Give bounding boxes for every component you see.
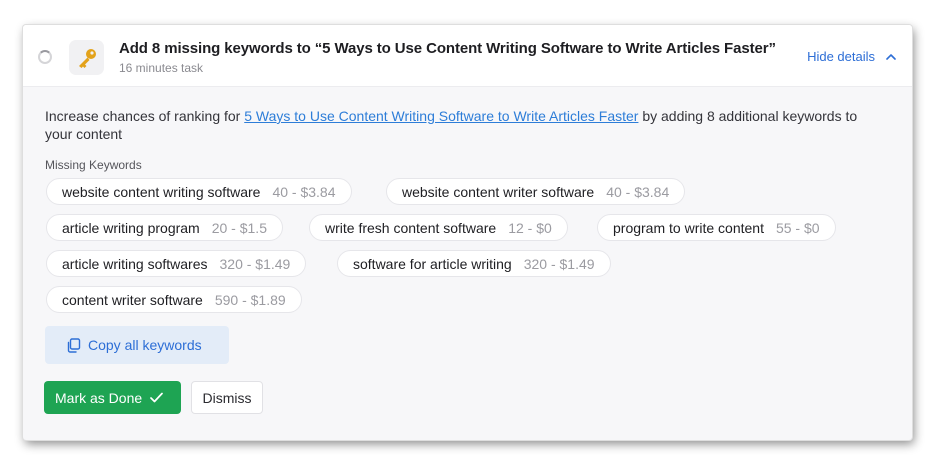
copy-all-keywords-label: Copy all keywords bbox=[88, 337, 202, 353]
keyword-pill: website content writing software 40 - $3… bbox=[46, 178, 352, 205]
keyword-pill: write fresh content software 12 - $0 bbox=[309, 214, 568, 241]
keyword-text: content writer software bbox=[62, 291, 203, 308]
description-prefix: Increase chances of ranking for bbox=[45, 108, 245, 124]
keyword-metrics: 55 - $0 bbox=[775, 219, 820, 236]
keyword-pill: article writing program 20 - $1.5 bbox=[46, 214, 283, 241]
checkmark-icon bbox=[150, 392, 164, 403]
chevron-up-icon[interactable] bbox=[884, 50, 898, 64]
task-status-circle-icon[interactable] bbox=[38, 50, 52, 64]
task-description: Increase chances of ranking for 5 Ways t… bbox=[45, 107, 865, 143]
copy-all-keywords-button[interactable]: Copy all keywords bbox=[45, 326, 229, 364]
task-card: Add 8 missing keywords to “5 Ways to Use… bbox=[23, 25, 912, 440]
keyword-text: software for article writing bbox=[353, 255, 512, 272]
keyword-metrics: 320 - $1.49 bbox=[219, 255, 291, 272]
hide-details-link[interactable]: Hide details bbox=[807, 49, 875, 64]
keyword-pill: article writing softwares 320 - $1.49 bbox=[46, 250, 307, 277]
keyword-text: article writing softwares bbox=[62, 255, 208, 272]
keyword-text: website content writing software bbox=[62, 183, 261, 200]
key-icon bbox=[69, 40, 104, 75]
keyword-metrics: 320 - $1.49 bbox=[523, 255, 595, 272]
keyword-pill: website content writer software 40 - $3.… bbox=[386, 178, 686, 205]
keyword-metrics: 590 - $1.89 bbox=[214, 291, 286, 308]
task-duration: 16 minutes task bbox=[119, 61, 204, 75]
task-title: Add 8 missing keywords to “5 Ways to Use… bbox=[119, 40, 776, 57]
mark-as-done-button[interactable]: Mark as Done bbox=[44, 381, 181, 414]
keyword-text: program to write content bbox=[613, 219, 764, 236]
dismiss-button[interactable]: Dismiss bbox=[191, 381, 263, 414]
keyword-pill: program to write content 55 - $0 bbox=[597, 214, 836, 241]
mark-as-done-label: Mark as Done bbox=[55, 389, 143, 406]
article-link[interactable]: 5 Ways to Use Content Writing Software t… bbox=[244, 108, 638, 124]
keyword-metrics: 40 - $3.84 bbox=[606, 183, 670, 200]
task-header: Add 8 missing keywords to “5 Ways to Use… bbox=[23, 25, 912, 87]
keyword-pill: software for article writing 320 - $1.49 bbox=[337, 250, 611, 277]
keyword-metrics: 12 - $0 bbox=[508, 219, 552, 236]
keyword-metrics: 20 - $1.5 bbox=[211, 219, 267, 236]
copy-icon bbox=[67, 337, 81, 353]
missing-keywords-label: Missing Keywords bbox=[45, 158, 142, 172]
keyword-metrics: 40 - $3.84 bbox=[272, 183, 336, 200]
keyword-text: website content writer software bbox=[402, 183, 595, 200]
keyword-pill: content writer software 590 - $1.89 bbox=[46, 286, 302, 313]
keyword-text: write fresh content software bbox=[325, 219, 497, 236]
keyword-text: article writing program bbox=[62, 219, 200, 236]
